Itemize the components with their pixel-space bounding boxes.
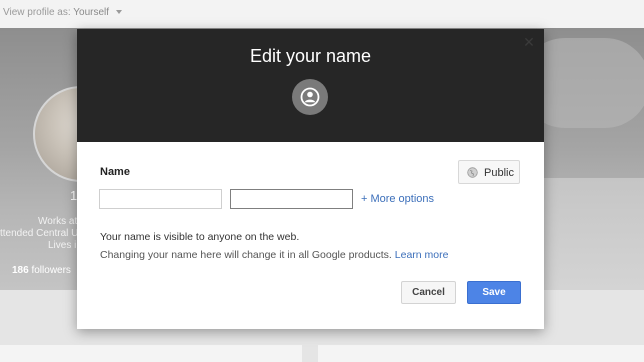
cancel-button[interactable]: Cancel xyxy=(401,281,456,304)
view-profile-as[interactable]: View profile as: Yourself xyxy=(3,7,122,18)
view-profile-bar: View profile as: Yourself xyxy=(0,0,644,28)
profile-card-right xyxy=(318,345,644,362)
first-name-field[interactable] xyxy=(99,189,222,209)
plus-icon: + xyxy=(361,193,368,205)
chevron-down-icon xyxy=(115,10,122,15)
learn-more-link[interactable]: Learn more xyxy=(395,249,449,261)
profile-works-at: Works at xyxy=(38,216,78,227)
more-options-link[interactable]: + More options xyxy=(361,193,434,205)
followers-number: 186 xyxy=(12,265,29,276)
profile-circle-icon xyxy=(292,79,328,115)
visibility-public-button[interactable]: Public xyxy=(458,160,520,184)
profile-attended: ttended Central U xyxy=(0,228,79,239)
visibility-label: Public xyxy=(484,167,514,179)
change-note-text: Changing your name here will change it i… xyxy=(100,249,392,261)
globe-icon xyxy=(467,167,478,181)
followers-count: 186 followers xyxy=(12,265,71,276)
profile-lives-in: Lives i xyxy=(48,240,77,251)
save-button[interactable]: Save xyxy=(467,281,521,304)
edit-name-dialog: ✕ Edit your name Name Public + More optio… xyxy=(77,29,544,329)
more-options-label: More options xyxy=(370,193,435,205)
visibility-note: Your name is visible to anyone on the we… xyxy=(100,231,300,243)
dialog-header: ✕ Edit your name xyxy=(77,29,544,142)
dialog-title: Edit your name xyxy=(249,46,372,66)
view-profile-value: Yourself xyxy=(73,7,110,18)
change-note: Changing your name here will change it i… xyxy=(100,249,448,261)
profile-card-left xyxy=(0,345,302,362)
last-name-field[interactable] xyxy=(230,189,353,209)
name-label: Name xyxy=(100,166,130,178)
view-profile-label: View profile as: xyxy=(3,7,71,18)
followers-label: followers xyxy=(31,265,71,276)
